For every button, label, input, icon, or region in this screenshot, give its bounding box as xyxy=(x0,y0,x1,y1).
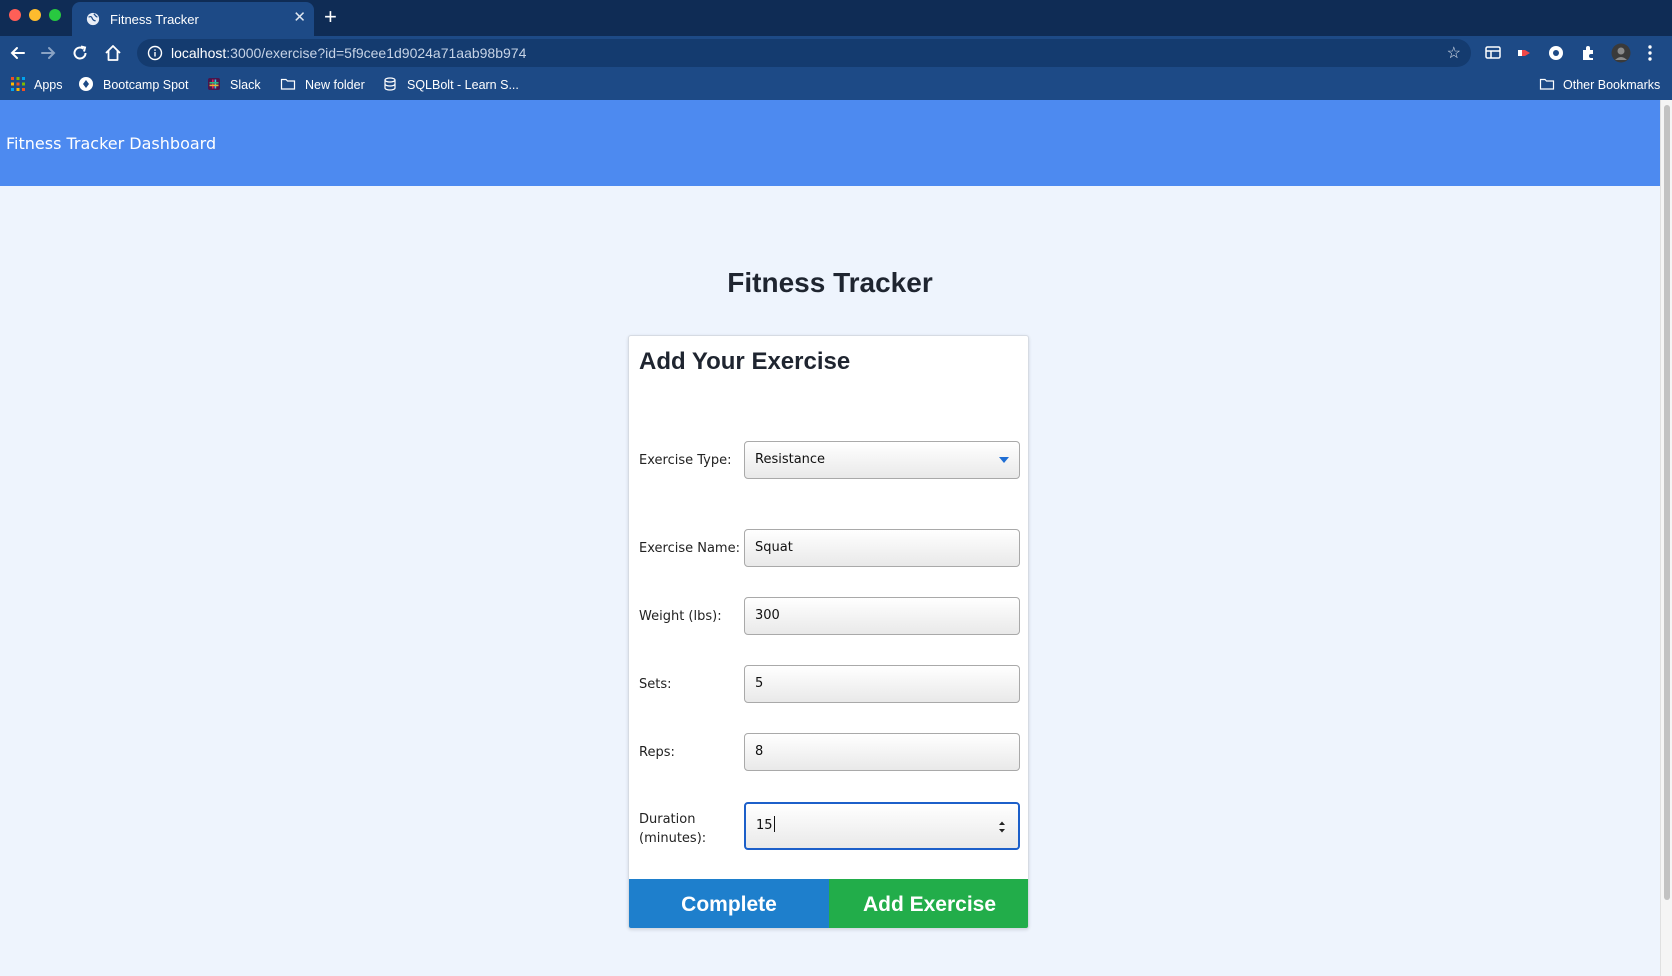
reps-label: Reps: xyxy=(639,745,675,760)
browser-tab-bar: Fitness Tracker ✕ + xyxy=(0,0,1672,36)
weight-value: 300 xyxy=(755,608,780,623)
sets-label: Sets: xyxy=(639,677,672,692)
duration-label: Duration (minutes): xyxy=(639,810,706,848)
reps-input[interactable]: 8 xyxy=(744,733,1020,771)
exercise-type-select[interactable]: Resistance xyxy=(744,441,1020,479)
chevron-down-icon xyxy=(999,457,1009,463)
number-spinner-icon[interactable] xyxy=(998,820,1006,834)
page-scrollbar[interactable] xyxy=(1660,100,1672,976)
app-navbar: Fitness Tracker Dashboard xyxy=(0,100,1660,186)
extension-icon[interactable] xyxy=(1547,44,1565,62)
bookmark-bootcamp-spot[interactable]: Bootcamp Spot xyxy=(103,78,188,92)
extension-icon[interactable] xyxy=(1484,44,1502,62)
slack-icon xyxy=(208,78,220,90)
exercise-type-value: Resistance xyxy=(755,452,826,467)
folder-icon xyxy=(1539,78,1555,90)
extension-icon[interactable] xyxy=(1515,44,1533,62)
database-icon xyxy=(384,77,396,91)
window-close-button[interactable] xyxy=(9,9,21,21)
weight-label: Weight (lbs): xyxy=(639,609,722,624)
url-text: localhost:3000/exercise?id=5f9cee1d9024a… xyxy=(171,45,526,61)
bookmarks-bar: Apps Bootcamp Spot Slack New folder SQLB… xyxy=(0,70,1672,100)
add-exercise-button[interactable]: Add Exercise xyxy=(829,879,1028,928)
bookmark-new-folder[interactable]: New folder xyxy=(305,78,365,92)
text-cursor xyxy=(773,816,775,832)
url-host: localhost xyxy=(171,45,227,61)
browser-menu-icon[interactable] xyxy=(1645,44,1655,62)
exercise-form-card: Add Your Exercise Exercise Type: Resista… xyxy=(628,335,1029,929)
duration-label-line2: (minutes): xyxy=(639,831,707,846)
bootcamp-spot-icon xyxy=(79,77,93,91)
duration-input[interactable]: 15 xyxy=(744,802,1020,850)
profile-avatar[interactable] xyxy=(1611,43,1631,63)
duration-label-line1: Duration xyxy=(639,812,696,827)
bookmark-sqlbolt[interactable]: SQLBolt - Learn S... xyxy=(407,78,519,92)
duration-value: 15 xyxy=(756,818,773,833)
folder-icon xyxy=(280,78,296,90)
sets-value: 5 xyxy=(755,676,764,691)
address-bar[interactable]: localhost:3000/exercise?id=5f9cee1d9024a… xyxy=(137,39,1471,67)
complete-button[interactable]: Complete xyxy=(629,879,829,928)
reps-value: 8 xyxy=(755,744,764,759)
weight-input[interactable]: 300 xyxy=(744,597,1020,635)
globe-icon xyxy=(86,12,100,26)
browser-toolbar: localhost:3000/exercise?id=5f9cee1d9024a… xyxy=(0,36,1672,70)
exercise-name-label: Exercise Name: xyxy=(639,541,740,556)
form-title: Add Your Exercise xyxy=(639,348,851,375)
reload-icon[interactable] xyxy=(70,43,90,63)
home-icon[interactable] xyxy=(103,43,123,63)
scrollbar-thumb[interactable] xyxy=(1664,105,1670,900)
bookmark-star-icon[interactable]: ☆ xyxy=(1447,43,1461,63)
exercise-type-label: Exercise Type: xyxy=(639,453,732,468)
tab-title: Fitness Tracker xyxy=(110,12,199,27)
new-tab-icon[interactable]: + xyxy=(324,6,337,28)
navbar-brand[interactable]: Fitness Tracker Dashboard xyxy=(6,134,216,153)
tab-close-icon[interactable]: ✕ xyxy=(293,10,306,26)
exercise-name-value: Squat xyxy=(755,540,793,555)
back-arrow-icon[interactable] xyxy=(8,43,28,63)
browser-tab[interactable]: Fitness Tracker ✕ xyxy=(72,2,314,36)
extensions-puzzle-icon[interactable] xyxy=(1579,44,1597,62)
apps-grid-icon xyxy=(11,77,25,91)
url-path: :3000/exercise?id=5f9cee1d9024a71aab98b9… xyxy=(226,45,527,61)
bookmark-slack[interactable]: Slack xyxy=(230,78,261,92)
other-bookmarks[interactable]: Other Bookmarks xyxy=(1563,78,1660,92)
bookmark-apps[interactable]: Apps xyxy=(34,78,63,92)
page-title: Fitness Tracker xyxy=(727,267,933,298)
sets-input[interactable]: 5 xyxy=(744,665,1020,703)
window-maximize-button[interactable] xyxy=(49,9,61,21)
exercise-name-input[interactable]: Squat xyxy=(744,529,1020,567)
forward-arrow-icon[interactable] xyxy=(38,43,58,63)
site-info-icon[interactable] xyxy=(147,45,163,61)
window-minimize-button[interactable] xyxy=(29,9,41,21)
